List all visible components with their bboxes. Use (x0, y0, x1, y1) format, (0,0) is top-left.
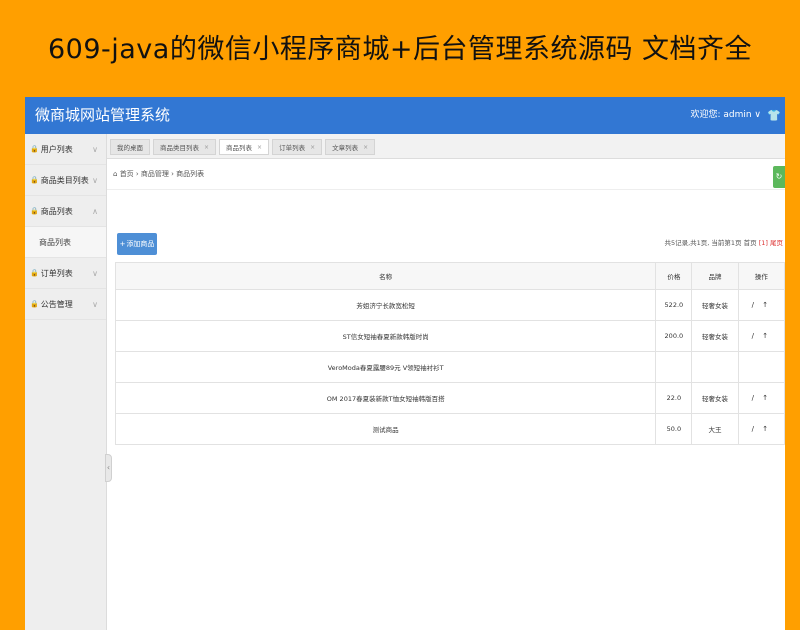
cell-name: 芳姐济宁长款宽松短 (114, 289, 657, 321)
table-toolbar: + 添加商品 共5记录,共1页, 当前第1页 首页 [1] 尾页 (107, 228, 785, 258)
sidebar-item-label: 用户列表 (40, 144, 73, 154)
tab-label: 我的桌面 (117, 144, 143, 152)
edit-delete-icons[interactable]: / ↑ (752, 332, 771, 340)
close-icon[interactable]: × (204, 144, 209, 151)
cell-brand: 轻奢女装 (691, 382, 739, 414)
lock-icon: 🔒 (30, 207, 39, 215)
sidebar-item-categories[interactable]: 🔒 商品类目列表 ∨ (25, 165, 106, 196)
cell-brand: 轻奢女装 (691, 289, 739, 321)
edit-delete-icons[interactable]: / ↑ (752, 394, 771, 402)
cell-price: 522.0 (655, 289, 693, 321)
cell-actions: / ↑ (737, 289, 785, 321)
sidebar-subitem-product-list[interactable]: 商品列表 (25, 227, 106, 258)
add-product-label: 添加商品 (126, 240, 155, 248)
table-row[interactable]: ST信女短袖春夏新款韩版时尚 200.0 轻奢女装 / ↑ (114, 320, 785, 352)
cell-brand: 轻奢女装 (691, 320, 739, 352)
current-page-link[interactable]: [1] (759, 239, 768, 247)
cell-name: ST信女短袖春夏新款韩版时尚 (114, 320, 657, 352)
chevron-down-icon: ∨ (92, 144, 98, 154)
tab-categories[interactable]: 商品类目列表 × (153, 139, 217, 155)
page-title: 609-java的微信小程序商城+后台管理系统源码 文档齐全 (47, 33, 753, 65)
column-header-ops: 操作 (737, 262, 785, 290)
close-icon[interactable]: × (363, 144, 368, 151)
pagination-info: 共5记录,共1页, 当前第1页 首页 [1] 尾页 (664, 228, 783, 258)
chevron-down-icon: ∨ (92, 268, 98, 278)
cell-actions: / ↑ (737, 413, 785, 445)
plus-icon: + (119, 240, 126, 248)
sidebar-item-announcements[interactable]: 🔒 公告管理 ∨ (25, 289, 106, 320)
last-page-link[interactable]: 尾页 (770, 239, 783, 247)
lock-icon: 🔒 (30, 300, 39, 308)
chevron-down-icon: ∨ (92, 175, 98, 185)
cell-brand (691, 351, 739, 383)
cell-actions: / ↑ (737, 320, 785, 352)
tab-label: 文章列表 (332, 144, 359, 152)
column-header-price[interactable]: 价格 (655, 262, 693, 290)
sidebar: 🔒 用户列表 ∨ 🔒 商品类目列表 ∨ 🔒 商品列表 ∧ 商品列表 🔒 订单列表… (25, 134, 107, 630)
breadcrumb: ⌂ 首页 › 商品管理 › 商品列表 (113, 159, 204, 190)
lock-icon: 🔒 (30, 269, 39, 277)
chevron-up-icon: ∧ (92, 206, 98, 216)
cell-actions: / ↑ (737, 382, 785, 414)
cell-actions (737, 351, 785, 383)
lock-icon: 🔒 (30, 176, 39, 184)
cell-price: 22.0 (655, 382, 693, 414)
column-header-brand[interactable]: 品牌 (691, 262, 739, 290)
cell-price: 200.0 (655, 320, 693, 352)
edit-delete-icons[interactable]: / ↑ (752, 301, 771, 309)
user-menu[interactable]: 欢迎您: admin ∨ (690, 97, 761, 134)
table-row[interactable]: 芳姐济宁长款宽松短 522.0 轻奢女装 / ↑ (114, 289, 785, 321)
top-header: 微商城网站管理系统 欢迎您: admin ∨ 👕 (25, 97, 785, 134)
close-icon[interactable]: × (310, 144, 315, 151)
cell-price: 50.0 (655, 413, 693, 445)
home-icon[interactable]: ⌂ (113, 170, 117, 178)
tab-articles[interactable]: 文章列表 × (325, 139, 376, 155)
sidebar-item-orders[interactable]: 🔒 订单列表 ∨ (25, 258, 106, 289)
add-product-button[interactable]: + 添加商品 (117, 233, 157, 255)
tab-products[interactable]: 商品列表 × (219, 139, 270, 155)
refresh-icon: ↻ (775, 172, 783, 181)
tab-orders[interactable]: 订单列表 × (272, 139, 323, 155)
sidebar-collapse-handle[interactable]: ‹ (105, 454, 112, 482)
refresh-button[interactable]: ↻ (773, 166, 785, 188)
tab-label: 商品列表 (226, 144, 253, 152)
product-table: 名称 价格 品牌 操作 芳姐济宁长款宽松短 522.0 轻奢女装 / ↑ ST信… (114, 262, 785, 445)
tab-label: 订单列表 (279, 144, 306, 152)
cell-brand: 大王 (691, 413, 739, 445)
chevron-down-icon: ∨ (92, 299, 98, 309)
sidebar-item-label: 商品列表 (40, 206, 73, 216)
breadcrumb-bar: ⌂ 首页 › 商品管理 › 商品列表 ↻ (107, 159, 785, 190)
shirt-icon[interactable]: 👕 (767, 97, 781, 134)
cell-name: 测试商品 (114, 413, 657, 445)
tab-desktop[interactable]: 我的桌面 (110, 139, 150, 155)
close-icon[interactable]: × (257, 144, 262, 151)
cell-name: OM 2017春夏装新款T恤女短袖韩版百搭 (114, 382, 657, 414)
sidebar-item-users[interactable]: 🔒 用户列表 ∨ (25, 134, 106, 165)
table-header-row: 名称 价格 品牌 操作 (114, 262, 785, 290)
sidebar-item-label: 订单列表 (40, 268, 73, 278)
admin-window: 微商城网站管理系统 欢迎您: admin ∨ 👕 🔒 用户列表 ∨ 🔒 商品类目… (25, 97, 785, 630)
sidebar-item-products[interactable]: 🔒 商品列表 ∧ (25, 196, 106, 227)
app-title: 微商城网站管理系统 (35, 106, 171, 124)
breadcrumb-text: 首页 › 商品管理 › 商品列表 (119, 170, 205, 178)
pagination-text: 共5记录,共1页, 当前第1页 首页 (664, 239, 757, 247)
column-header-name[interactable]: 名称 (114, 262, 657, 290)
cell-name: VeroModa春夏露腰89元 V领短袖衬衫T (114, 351, 657, 383)
table-row[interactable]: 测试商品 50.0 大王 / ↑ (114, 413, 785, 445)
tab-label: 商品类目列表 (160, 144, 199, 152)
sidebar-item-label: 商品类目列表 (40, 175, 89, 185)
tab-bar: 我的桌面 商品类目列表 × 商品列表 × 订单列表 × 文章列表 × (107, 134, 785, 159)
sidebar-item-label: 公告管理 (40, 299, 73, 309)
table-row[interactable]: OM 2017春夏装新款T恤女短袖韩版百搭 22.0 轻奢女装 / ↑ (114, 382, 785, 414)
edit-delete-icons[interactable]: / ↑ (752, 425, 771, 433)
table-row[interactable]: VeroModa春夏露腰89元 V领短袖衬衫T (114, 351, 785, 383)
lock-icon: 🔒 (30, 145, 39, 153)
cell-price (655, 351, 693, 383)
